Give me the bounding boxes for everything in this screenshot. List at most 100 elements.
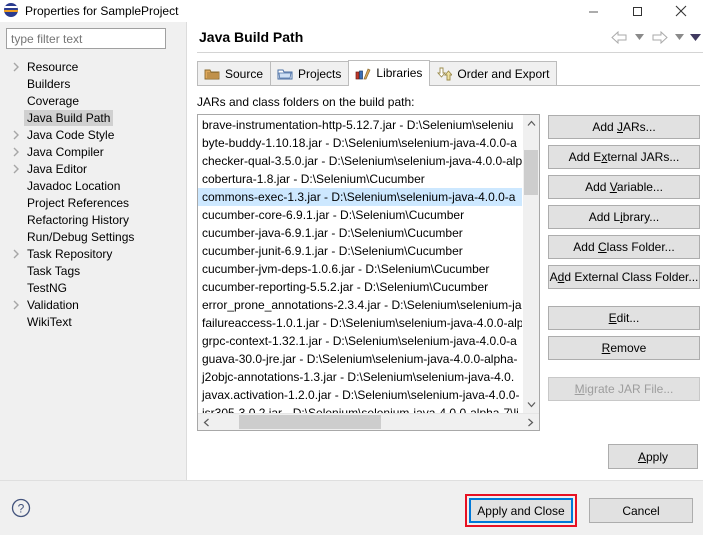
button-label: Remove — [602, 341, 647, 355]
apply-and-close-highlight: Apply and Close — [465, 494, 577, 527]
dialog-footer: ? Apply and Close Cancel — [0, 480, 703, 535]
chevron-right-icon[interactable] — [8, 59, 24, 75]
jar-list-item[interactable]: jsr305-3.0.2.jar - D:\Selenium\selenium-… — [198, 404, 522, 413]
jar-list-item[interactable]: guava-30.0-jre.jar - D:\Selenium\seleniu… — [198, 350, 522, 368]
tab-source[interactable]: Source — [197, 61, 271, 85]
button-add-external-class-folder[interactable]: Add External Class Folder... — [548, 265, 700, 289]
scroll-right-chevron-icon[interactable] — [522, 414, 539, 430]
jar-list-item[interactable]: j2objc-annotations-1.3.jar - D:\Selenium… — [198, 368, 522, 386]
vertical-scroll-thumb[interactable] — [524, 150, 538, 195]
vertical-scroll-track[interactable] — [523, 132, 539, 396]
sidebar-item-wikitext[interactable]: WikiText — [6, 313, 184, 330]
back-arrow-icon[interactable] — [608, 26, 630, 48]
scroll-left-chevron-icon[interactable] — [198, 414, 215, 430]
build-path-tabs: SourceProjectsLibrariesOrder and Export — [197, 61, 700, 86]
jar-list-item[interactable]: cobertura-1.8.jar - D:\Selenium\Cucumber — [198, 170, 522, 188]
source-folder-icon — [204, 66, 220, 82]
sidebar-item-label: Java Editor — [24, 161, 90, 177]
jar-list-item[interactable]: cucumber-reporting-5.5.2.jar - D:\Seleni… — [198, 278, 522, 296]
chevron-right-icon[interactable] — [8, 297, 24, 313]
button-remove[interactable]: Remove — [548, 336, 700, 360]
sidebar-item-validation[interactable]: Validation — [6, 296, 184, 313]
chevron-right-icon[interactable] — [8, 161, 24, 177]
button-group-spacer — [548, 366, 700, 377]
sidebar-item-java-compiler[interactable]: Java Compiler — [6, 143, 184, 160]
sidebar-item-project-references[interactable]: Project References — [6, 194, 184, 211]
sidebar-item-java-code-style[interactable]: Java Code Style — [6, 126, 184, 143]
page-menu-chevron-down-icon[interactable] — [688, 26, 702, 48]
sidebar-item-javadoc-location[interactable]: Javadoc Location — [6, 177, 184, 194]
button-label: Add External Class Folder... — [550, 270, 699, 284]
button-add-jars[interactable]: Add JARs... — [548, 115, 700, 139]
button-add-external-jars[interactable]: Add External JARs... — [548, 145, 700, 169]
sidebar-item-task-repository[interactable]: Task Repository — [6, 245, 184, 262]
button-migrate-jar-file: Migrate JAR File... — [548, 377, 700, 401]
jar-list-item[interactable]: cucumber-java-6.9.1.jar - D:\Selenium\Cu… — [198, 224, 522, 242]
jar-list-body: brave-instrumentation-http-5.12.7.jar - … — [198, 115, 539, 413]
apply-and-close-button[interactable]: Apply and Close — [469, 498, 573, 523]
sidebar-item-label: Builders — [24, 76, 73, 92]
jar-list-item[interactable]: javax.activation-1.2.0.jar - D:\Selenium… — [198, 386, 522, 404]
jar-list-item[interactable]: error_prone_annotations-2.3.4.jar - D:\S… — [198, 296, 522, 314]
jar-list-item[interactable]: grpc-context-1.32.1.jar - D:\Selenium\se… — [198, 332, 522, 350]
horizontal-scroll-track[interactable] — [215, 414, 522, 430]
sidebar-item-run-debug-settings[interactable]: Run/Debug Settings — [6, 228, 184, 245]
chevron-right-icon[interactable] — [8, 127, 24, 143]
jar-list-item[interactable]: cucumber-jvm-deps-1.0.6.jar - D:\Seleniu… — [198, 260, 522, 278]
sidebar-item-label: Task Tags — [24, 263, 83, 279]
chevron-right-icon[interactable] — [8, 246, 24, 262]
sidebar-item-label: WikiText — [24, 314, 75, 330]
jar-list[interactable]: brave-instrumentation-http-5.12.7.jar - … — [197, 114, 540, 431]
tab-order-and-export[interactable]: Order and Export — [429, 61, 557, 85]
tree-spacer — [8, 263, 24, 279]
sidebar-item-coverage[interactable]: Coverage — [6, 92, 184, 109]
sidebar-item-resource[interactable]: Resource — [6, 58, 184, 75]
forward-arrow-icon[interactable] — [648, 26, 670, 48]
minimize-button[interactable] — [571, 0, 615, 22]
button-add-variable[interactable]: Add Variable... — [548, 175, 700, 199]
close-button[interactable] — [659, 0, 703, 22]
sidebar-item-refactoring-history[interactable]: Refactoring History — [6, 211, 184, 228]
sidebar-item-label: Task Repository — [24, 246, 115, 262]
question-mark-icon[interactable]: ? — [10, 497, 32, 519]
tree-spacer — [8, 212, 24, 228]
scroll-down-chevron-icon[interactable] — [523, 396, 539, 413]
tab-projects[interactable]: Projects — [270, 61, 349, 85]
button-add-library[interactable]: Add Library... — [548, 205, 700, 229]
jar-list-item[interactable]: cucumber-junit-6.9.1.jar - D:\Selenium\C… — [198, 242, 522, 260]
page-content: SourceProjectsLibrariesOrder and Export … — [187, 53, 703, 436]
sidebar-item-label: Java Build Path — [24, 110, 113, 126]
libraries-books-icon — [355, 65, 371, 81]
window-controls — [571, 0, 703, 22]
forward-chevron-down-icon[interactable] — [672, 26, 686, 48]
sidebar-item-builders[interactable]: Builders — [6, 75, 184, 92]
back-chevron-down-icon[interactable] — [632, 26, 646, 48]
jar-list-item[interactable]: failureaccess-1.0.1.jar - D:\Selenium\se… — [198, 314, 522, 332]
sidebar-item-java-build-path[interactable]: Java Build Path — [6, 109, 184, 126]
horizontal-scroll-thumb[interactable] — [239, 415, 381, 429]
sidebar-item-testng[interactable]: TestNG — [6, 279, 184, 296]
vertical-scrollbar[interactable] — [522, 115, 539, 413]
apply-button-label: Apply — [638, 450, 668, 464]
button-edit[interactable]: Edit... — [548, 306, 700, 330]
apply-button[interactable]: Apply — [608, 444, 698, 469]
jar-list-item[interactable]: cucumber-core-6.9.1.jar - D:\Selenium\Cu… — [198, 206, 522, 224]
horizontal-scrollbar[interactable] — [198, 413, 539, 430]
sidebar-item-task-tags[interactable]: Task Tags — [6, 262, 184, 279]
tree-spacer — [8, 93, 24, 109]
jar-list-item[interactable]: byte-buddy-1.10.18.jar - D:\Selenium\sel… — [198, 134, 522, 152]
scroll-up-chevron-icon[interactable] — [523, 115, 539, 132]
maximize-button[interactable] — [615, 0, 659, 22]
jar-list-item[interactable]: brave-instrumentation-http-5.12.7.jar - … — [198, 116, 522, 134]
jar-list-item[interactable]: checker-qual-3.5.0.jar - D:\Selenium\sel… — [198, 152, 522, 170]
filter-input[interactable] — [6, 28, 166, 49]
cancel-button[interactable]: Cancel — [589, 498, 693, 523]
jar-list-item[interactable]: commons-exec-1.3.jar - D:\Selenium\selen… — [198, 188, 522, 206]
chevron-right-icon[interactable] — [8, 144, 24, 160]
tab-libraries[interactable]: Libraries — [348, 60, 430, 85]
button-add-class-folder[interactable]: Add Class Folder... — [548, 235, 700, 259]
projects-folder-icon — [277, 66, 293, 82]
page-title: Java Build Path — [199, 29, 303, 45]
sidebar-item-label: TestNG — [24, 280, 70, 296]
sidebar-item-java-editor[interactable]: Java Editor — [6, 160, 184, 177]
